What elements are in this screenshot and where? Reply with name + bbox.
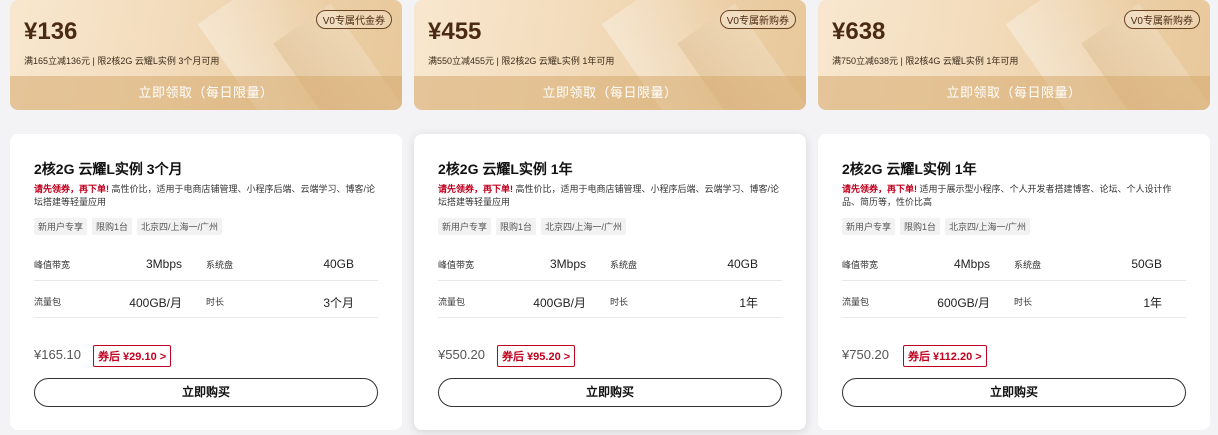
offer-column: ¥455 V0专属新购券 满550立减455元 | 限2核2G 云耀L实例 1年… <box>414 0 806 430</box>
tag-new-user: 新用户专享 <box>842 218 896 235</box>
product-tags: 新用户专享 限购1台 北京四/上海一/广州 <box>438 218 627 235</box>
tag-region: 北京四/上海一/广州 <box>137 218 223 235</box>
coupon-description: 满750立减638元 | 限2核4G 云耀L实例 1年可用 <box>832 56 1019 66</box>
buy-now-button[interactable]: 立即购买 <box>438 378 782 407</box>
spec-row: 峰值带宽 3Mbps 系统盘 40GB <box>438 249 782 281</box>
coupon-card: ¥136 V0专属代金券 满165立减136元 | 限2核2G 云耀L实例 3个… <box>10 0 402 110</box>
product-card: 2核2G 云耀L实例 3个月 请先领券，再下单! 高性价比，适用于电商店铺管理、… <box>10 134 402 430</box>
coupon-type-badge: V0专属新购券 <box>1123 10 1200 29</box>
claim-first-notice: 请先领券，再下单! <box>842 184 917 194</box>
bandwidth-label: 峰值带宽 <box>842 260 879 270</box>
traffic-value: 600GB/月 <box>937 296 990 310</box>
spec-row: 峰值带宽 4Mbps 系统盘 50GB <box>842 249 1186 281</box>
tag-limit: 限购1台 <box>496 218 537 235</box>
original-price: ¥750.20 <box>842 347 889 362</box>
tag-new-user: 新用户专享 <box>34 218 88 235</box>
claim-coupon-button[interactable]: 立即领取（每日限量） <box>818 76 1210 110</box>
buy-now-button[interactable]: 立即购买 <box>34 378 378 407</box>
tag-limit: 限购1台 <box>900 218 941 235</box>
tag-new-user: 新用户专享 <box>438 218 492 235</box>
coupon-type-badge: V0专属新购券 <box>719 10 796 29</box>
product-title: 2核2G 云耀L实例 1年 <box>842 161 977 177</box>
tag-region: 北京四/上海一/广州 <box>541 218 627 235</box>
coupon-amount: ¥455 <box>428 18 482 45</box>
buy-now-button[interactable]: 立即购买 <box>842 378 1186 407</box>
disk-value: 40GB <box>323 257 354 271</box>
disk-label: 系统盘 <box>206 260 234 270</box>
coupon-description: 满550立减455元 | 限2核2G 云耀L实例 1年可用 <box>428 56 615 66</box>
product-card: 2核2G 云耀L实例 1年 请先领券，再下单! 高性价比，适用于电商店铺管理、小… <box>414 134 806 430</box>
duration-value: 3个月 <box>323 296 354 310</box>
bandwidth-label: 峰值带宽 <box>34 260 71 270</box>
tag-region: 北京四/上海一/广州 <box>945 218 1031 235</box>
product-card: 2核2G 云耀L实例 1年 请先领券，再下单! 适用于展示型小程序、个人开发者搭… <box>818 134 1210 430</box>
disk-label: 系统盘 <box>1014 260 1042 270</box>
duration-label: 时长 <box>1014 297 1033 307</box>
product-tags: 新用户专享 限购1台 北京四/上海一/广州 <box>842 218 1031 235</box>
bandwidth-label: 峰值带宽 <box>438 260 475 270</box>
spec-row: 流量包 400GB/月 时长 3个月 <box>34 286 378 318</box>
bandwidth-value: 3Mbps <box>549 257 586 271</box>
coupon-amount: ¥638 <box>832 18 886 45</box>
product-description: 请先领券，再下单! 高性价比，适用于电商店铺管理、小程序后端、云端学习、博客/论… <box>34 183 380 209</box>
product-title: 2核2G 云耀L实例 1年 <box>438 161 573 177</box>
duration-label: 时长 <box>206 297 225 307</box>
after-coupon-price-link[interactable]: 券后 ¥95.20 > <box>497 345 576 367</box>
disk-value: 40GB <box>727 257 758 271</box>
bandwidth-value: 3Mbps <box>145 257 182 271</box>
traffic-value: 400GB/月 <box>533 296 586 310</box>
after-coupon-price-link[interactable]: 券后 ¥29.10 > <box>93 345 172 367</box>
bandwidth-value: 4Mbps <box>953 257 990 271</box>
disk-label: 系统盘 <box>610 260 638 270</box>
spec-row: 峰值带宽 3Mbps 系统盘 40GB <box>34 249 378 281</box>
claim-coupon-button[interactable]: 立即领取（每日限量） <box>10 76 402 110</box>
duration-label: 时长 <box>610 297 629 307</box>
claim-first-notice: 请先领券，再下单! <box>34 184 109 194</box>
product-description: 请先领券，再下单! 适用于展示型小程序、个人开发者搭建博客、论坛、个人设计作品、… <box>842 183 1188 209</box>
coupon-card: ¥638 V0专属新购券 满750立减638元 | 限2核4G 云耀L实例 1年… <box>818 0 1210 110</box>
claim-coupon-button[interactable]: 立即领取（每日限量） <box>414 76 806 110</box>
product-description: 请先领券，再下单! 高性价比，适用于电商店铺管理、小程序后端、云端学习、博客/论… <box>438 183 784 209</box>
duration-value: 1年 <box>739 296 758 310</box>
offer-column: ¥638 V0专属新购券 满750立减638元 | 限2核4G 云耀L实例 1年… <box>818 0 1210 430</box>
duration-value: 1年 <box>1143 296 1162 310</box>
original-price: ¥550.20 <box>438 347 485 362</box>
traffic-value: 400GB/月 <box>129 296 182 310</box>
spec-row: 流量包 600GB/月 时长 1年 <box>842 286 1186 318</box>
coupon-type-badge: V0专属代金券 <box>315 10 392 29</box>
original-price: ¥165.10 <box>34 347 81 362</box>
product-title: 2核2G 云耀L实例 3个月 <box>34 161 183 177</box>
traffic-label: 流量包 <box>438 297 466 307</box>
claim-first-notice: 请先领券，再下单! <box>438 184 513 194</box>
tag-limit: 限购1台 <box>92 218 133 235</box>
coupon-card: ¥455 V0专属新购券 满550立减455元 | 限2核2G 云耀L实例 1年… <box>414 0 806 110</box>
product-tags: 新用户专享 限购1台 北京四/上海一/广州 <box>34 218 223 235</box>
offer-column: ¥136 V0专属代金券 满165立减136元 | 限2核2G 云耀L实例 3个… <box>10 0 402 430</box>
after-coupon-price-link[interactable]: 券后 ¥112.20 > <box>903 345 987 367</box>
coupon-amount: ¥136 <box>24 18 78 45</box>
traffic-label: 流量包 <box>34 297 62 307</box>
disk-value: 50GB <box>1131 257 1162 271</box>
traffic-label: 流量包 <box>842 297 870 307</box>
spec-row: 流量包 400GB/月 时长 1年 <box>438 286 782 318</box>
coupon-description: 满165立减136元 | 限2核2G 云耀L实例 3个月可用 <box>24 56 220 66</box>
